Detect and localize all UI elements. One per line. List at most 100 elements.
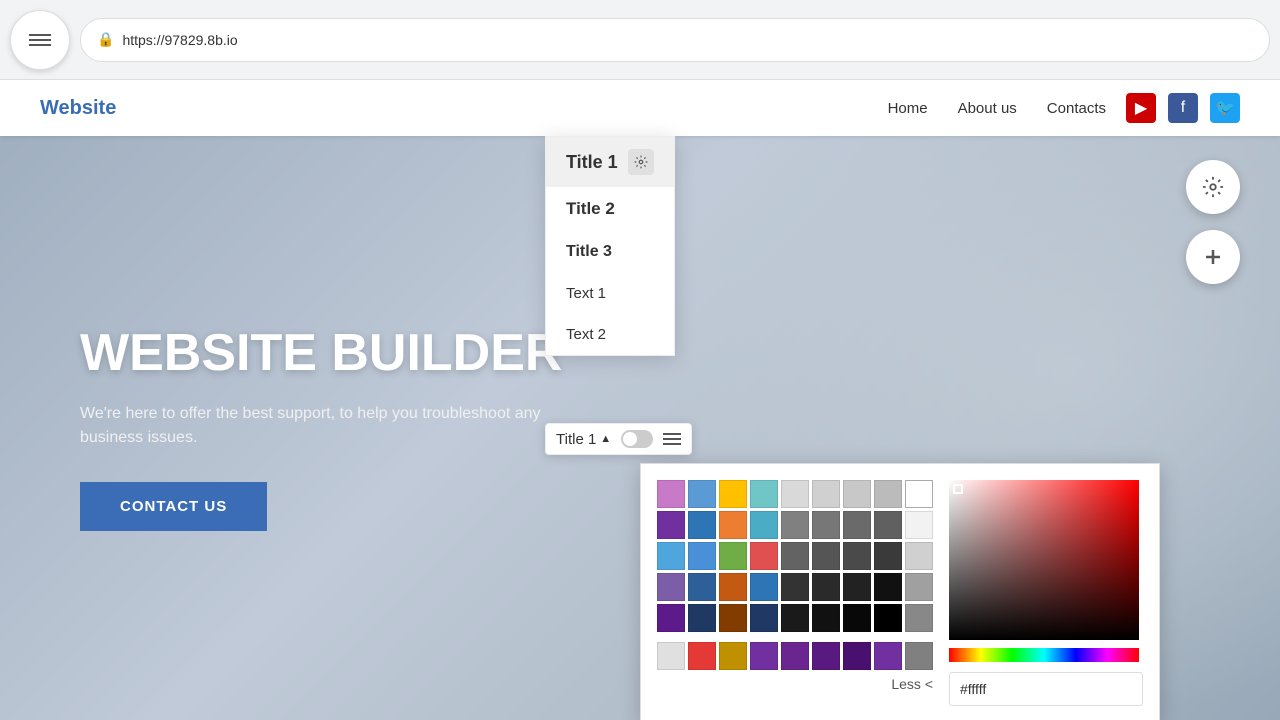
dropdown-item-text2[interactable]: Text 2 bbox=[546, 314, 674, 355]
swatch[interactable] bbox=[657, 511, 685, 539]
swatch[interactable] bbox=[812, 480, 840, 508]
swatch[interactable] bbox=[781, 480, 809, 508]
swatch[interactable] bbox=[688, 604, 716, 632]
nav-link-home[interactable]: Home bbox=[888, 100, 928, 117]
gradient-dark bbox=[949, 480, 1139, 640]
swatch[interactable] bbox=[843, 511, 871, 539]
swatch[interactable] bbox=[657, 642, 685, 670]
format-toolbar: Title 1 ▲ bbox=[545, 423, 692, 455]
chevron-up-icon: ▲ bbox=[600, 433, 611, 445]
swatch[interactable] bbox=[750, 573, 778, 601]
swatch[interactable] bbox=[750, 604, 778, 632]
swatch[interactable] bbox=[843, 542, 871, 570]
swatch[interactable] bbox=[688, 511, 716, 539]
url-text: https://97829.8b.io bbox=[122, 32, 237, 48]
swatch[interactable] bbox=[812, 511, 840, 539]
address-bar[interactable]: 🔒 https://97829.8b.io bbox=[80, 18, 1270, 62]
dropdown-item-text1[interactable]: Text 1 bbox=[546, 273, 674, 314]
swatch[interactable] bbox=[905, 542, 933, 570]
swatch[interactable] bbox=[843, 604, 871, 632]
swatch[interactable] bbox=[719, 604, 747, 632]
youtube-icon[interactable]: ▶ bbox=[1126, 93, 1156, 123]
align-icon[interactable] bbox=[663, 433, 681, 445]
swatch[interactable] bbox=[905, 642, 933, 670]
swatch-black[interactable] bbox=[874, 604, 902, 632]
settings-fab-button[interactable] bbox=[1186, 160, 1240, 214]
gradient-canvas[interactable] bbox=[949, 480, 1139, 640]
add-fab-button[interactable] bbox=[1186, 230, 1240, 284]
font-style-dropdown: Title 1 Title 2 Title 3 Text 1 Text 2 bbox=[545, 136, 675, 356]
swatch[interactable] bbox=[719, 642, 747, 670]
swatch[interactable] bbox=[750, 511, 778, 539]
swatch[interactable] bbox=[657, 573, 685, 601]
dropdown-item-title2[interactable]: Title 2 bbox=[546, 187, 674, 231]
format-title-select[interactable]: Title 1 ▲ bbox=[556, 431, 611, 448]
color-picker-panel: Less < bbox=[640, 463, 1160, 720]
format-title-label: Title 1 bbox=[556, 431, 596, 448]
swatch[interactable] bbox=[657, 604, 685, 632]
line3 bbox=[663, 443, 681, 445]
swatch[interactable] bbox=[719, 573, 747, 601]
less-button[interactable]: Less < bbox=[657, 676, 933, 692]
swatch[interactable] bbox=[812, 542, 840, 570]
swatch[interactable] bbox=[874, 642, 902, 670]
toggle-thumb bbox=[623, 432, 637, 446]
dropdown-item-title1[interactable]: Title 1 bbox=[546, 137, 674, 187]
swatch[interactable] bbox=[719, 480, 747, 508]
swatch[interactable] bbox=[781, 604, 809, 632]
twitter-icon[interactable]: 🐦 bbox=[1210, 93, 1240, 123]
swatch[interactable] bbox=[812, 642, 840, 670]
website-area: Website Home About us Contacts ▶ f 🐦 WEB… bbox=[0, 80, 1280, 720]
browser-menu-button[interactable] bbox=[10, 10, 70, 70]
swatch[interactable] bbox=[781, 642, 809, 670]
swatch[interactable] bbox=[688, 573, 716, 601]
swatch[interactable] bbox=[750, 642, 778, 670]
swatch[interactable] bbox=[905, 511, 933, 539]
line1 bbox=[663, 433, 681, 435]
swatch[interactable] bbox=[874, 480, 902, 508]
facebook-icon[interactable]: f bbox=[1168, 93, 1198, 123]
swatch[interactable] bbox=[874, 573, 902, 601]
swatch[interactable] bbox=[719, 542, 747, 570]
swatch[interactable] bbox=[843, 642, 871, 670]
swatch[interactable] bbox=[688, 542, 716, 570]
swatch[interactable] bbox=[781, 542, 809, 570]
swatch[interactable] bbox=[781, 511, 809, 539]
swatch[interactable] bbox=[688, 480, 716, 508]
swatch[interactable] bbox=[719, 511, 747, 539]
color-picker-inner: Less < bbox=[657, 480, 1143, 706]
swatch[interactable] bbox=[657, 542, 685, 570]
nav-icons: ▶ f 🐦 bbox=[1126, 93, 1240, 123]
format-toggle[interactable] bbox=[621, 430, 653, 448]
swatch[interactable] bbox=[781, 573, 809, 601]
swatch[interactable] bbox=[812, 604, 840, 632]
hero-content: WEBSITE BUILDER We're here to offer the … bbox=[80, 325, 580, 531]
nav-link-contacts[interactable]: Contacts bbox=[1047, 100, 1106, 117]
hue-bar[interactable] bbox=[949, 648, 1139, 662]
swatch[interactable] bbox=[812, 573, 840, 601]
swatch[interactable] bbox=[843, 573, 871, 601]
gradient-picker-section bbox=[949, 480, 1143, 706]
nav-links: Home About us Contacts bbox=[888, 100, 1106, 117]
dropdown-item-title3[interactable]: Title 3 bbox=[546, 231, 674, 273]
dropdown-label-title3: Title 3 bbox=[566, 243, 612, 261]
contact-us-button[interactable]: CONTACT US bbox=[80, 482, 267, 531]
dropdown-label-text2: Text 2 bbox=[566, 326, 606, 343]
swatch-white[interactable] bbox=[905, 480, 933, 508]
site-nav: Website Home About us Contacts ▶ f 🐦 bbox=[0, 80, 1280, 136]
swatch[interactable] bbox=[874, 511, 902, 539]
swatch[interactable] bbox=[750, 542, 778, 570]
swatch[interactable] bbox=[905, 573, 933, 601]
nav-link-about[interactable]: About us bbox=[958, 100, 1017, 117]
line2 bbox=[663, 438, 681, 440]
dropdown-label-title1: Title 1 bbox=[566, 152, 618, 173]
item-settings-icon[interactable] bbox=[628, 149, 654, 175]
swatch[interactable] bbox=[657, 480, 685, 508]
swatch[interactable] bbox=[688, 642, 716, 670]
swatch[interactable] bbox=[843, 480, 871, 508]
color-swatches-section: Less < bbox=[657, 480, 933, 706]
swatch[interactable] bbox=[905, 604, 933, 632]
swatch[interactable] bbox=[874, 542, 902, 570]
hex-color-input[interactable] bbox=[949, 672, 1143, 706]
swatch[interactable] bbox=[750, 480, 778, 508]
